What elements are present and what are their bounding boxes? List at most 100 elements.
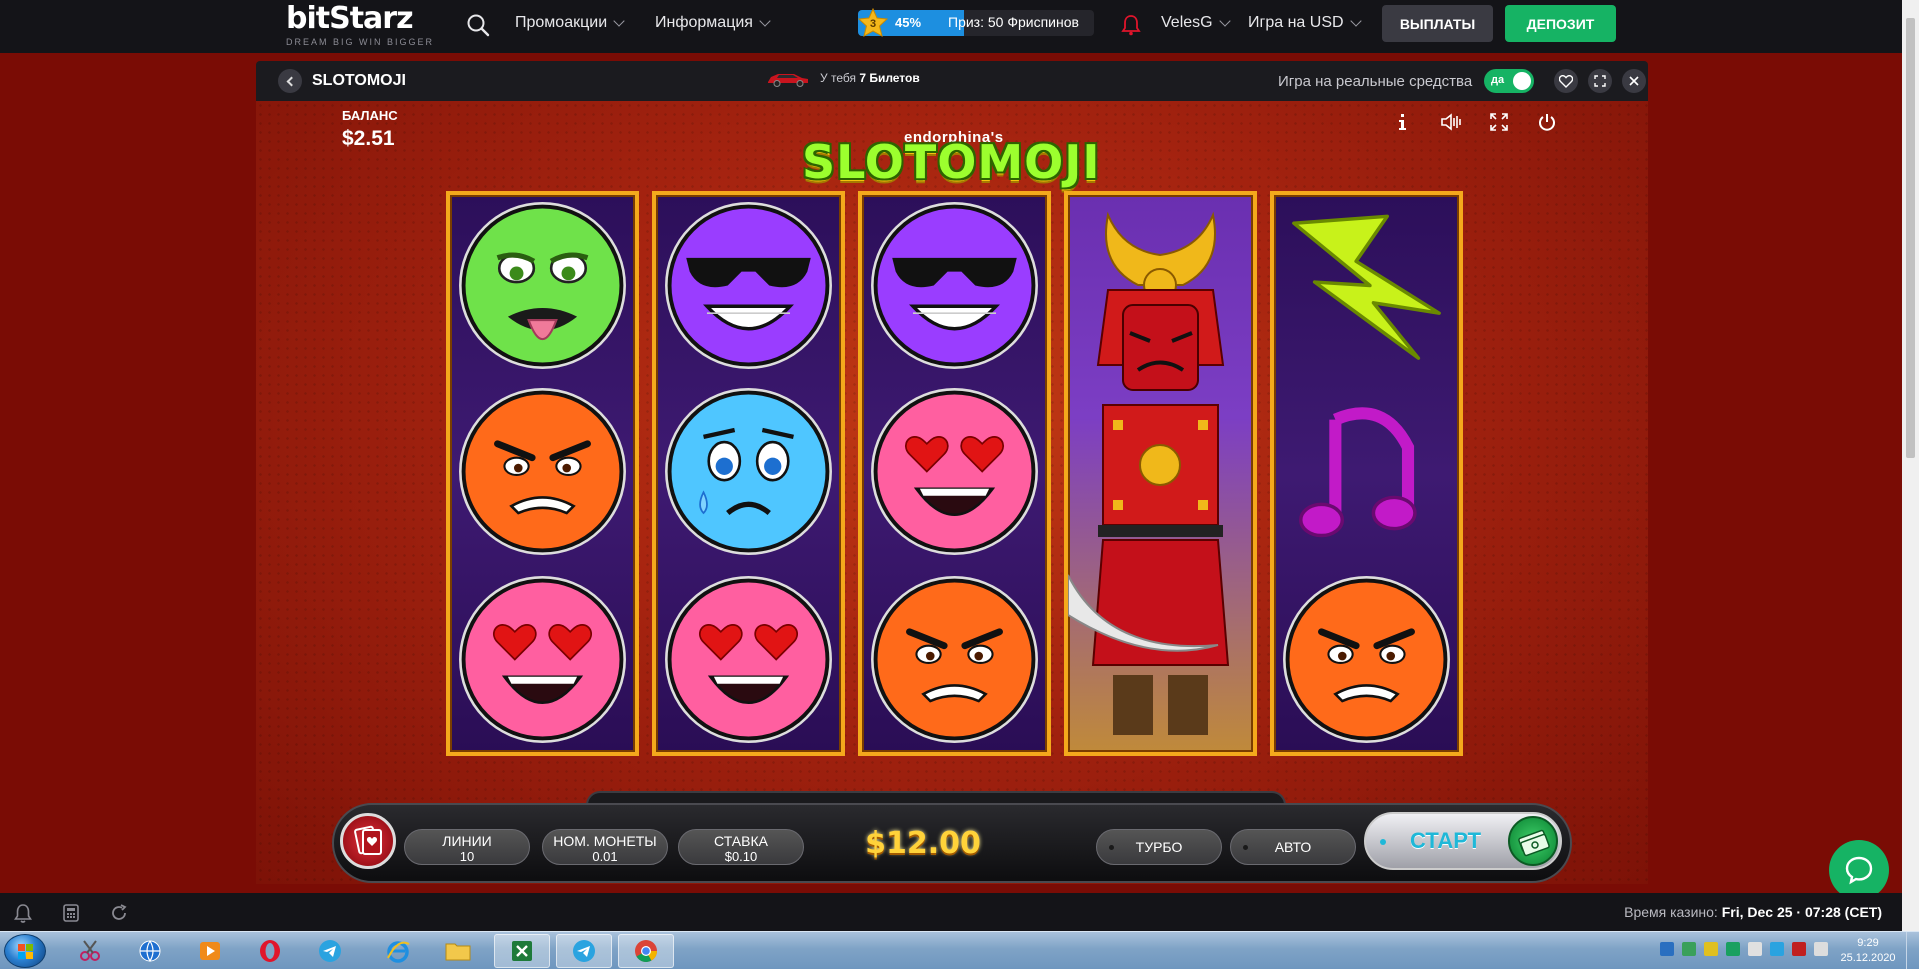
turbo-button[interactable]: ТУРБО xyxy=(1096,829,1222,865)
scrollbar-thumb[interactable] xyxy=(1906,18,1915,458)
close-game-button[interactable] xyxy=(1622,69,1646,93)
taskbar-app-excel[interactable] xyxy=(494,934,550,968)
taskbar-app-tool[interactable] xyxy=(62,934,118,968)
lines-selector[interactable]: ЛИНИИ 10 xyxy=(404,829,530,865)
top-navigation: bitStarz DREAM BIG WIN BIGGER Промоакции… xyxy=(0,0,1902,53)
angry-orange-face-icon xyxy=(871,576,1038,743)
sick-green-face-icon xyxy=(459,202,626,369)
taskbar-app-opera[interactable] xyxy=(242,934,298,968)
notification-bell-icon[interactable] xyxy=(1121,14,1141,36)
auto-indicator xyxy=(1243,845,1248,850)
information-label: Информация xyxy=(655,14,753,31)
tray-icon-alert[interactable] xyxy=(1792,942,1806,956)
logo-wordmark: bitStarz xyxy=(286,1,414,36)
chevron-down-icon xyxy=(1349,15,1362,27)
cash-icon xyxy=(1508,816,1558,866)
game-fullscreen-button[interactable] xyxy=(1486,109,1512,135)
close-icon xyxy=(1629,76,1639,86)
chevron-down-icon xyxy=(1218,15,1231,27)
system-tray xyxy=(1660,942,1828,956)
taskbar-app-explorer[interactable] xyxy=(430,934,486,968)
angry-orange-face-icon xyxy=(459,388,626,555)
chat-bubble-icon xyxy=(1845,856,1873,885)
power-icon xyxy=(1539,114,1555,131)
info-button[interactable] xyxy=(1390,109,1416,135)
toggle-knob xyxy=(1513,72,1531,90)
angry-orange-face-icon xyxy=(1283,576,1450,743)
chrome-icon xyxy=(635,940,657,962)
promotions-menu[interactable]: Промоакции xyxy=(515,14,625,32)
calculator-icon[interactable] xyxy=(60,902,82,924)
promotions-label: Промоакции xyxy=(515,14,608,31)
start-spin-button[interactable]: СТАРТ xyxy=(1364,812,1562,870)
live-chat-button[interactable] xyxy=(1829,840,1889,900)
show-desktop-button[interactable] xyxy=(1906,932,1919,969)
excel-icon xyxy=(512,941,532,961)
progress-prize: Приз: 50 Фриспинов xyxy=(948,14,1079,30)
casino-time-value: Fri, Dec 25 · 07:28 (CET) xyxy=(1721,904,1882,920)
payouts-button[interactable]: ВЫПЛАТЫ xyxy=(1382,5,1493,42)
power-button[interactable] xyxy=(1534,109,1560,135)
taskbar-app-chrome[interactable] xyxy=(618,934,674,968)
lines-label: ЛИНИИ xyxy=(442,833,492,849)
bitstarz-logo[interactable]: bitStarz DREAM BIG WIN BIGGER xyxy=(286,2,438,48)
bet-label: СТАВКА xyxy=(714,833,768,849)
page-scrollbar[interactable] xyxy=(1902,0,1919,931)
real-money-toggle[interactable]: да xyxy=(1484,69,1534,93)
expand-icon xyxy=(1490,113,1508,131)
reel-1 xyxy=(446,191,639,756)
tray-icon-network[interactable] xyxy=(1726,942,1740,956)
search-icon[interactable] xyxy=(465,12,491,38)
start-label: СТАРТ xyxy=(1410,828,1482,853)
tray-icon-keyboard[interactable] xyxy=(1814,942,1828,956)
heart-icon xyxy=(1559,74,1573,88)
tray-icon-shield[interactable] xyxy=(1682,942,1696,956)
taskbar-app-telegram-1[interactable] xyxy=(302,934,358,968)
tray-icon-antivirus[interactable] xyxy=(1704,942,1718,956)
tray-icon-volume[interactable] xyxy=(1748,942,1762,956)
gamble-button[interactable] xyxy=(340,813,396,869)
site-footer-bar: Время казино: Fri, Dec 25 · 07:28 (CET) xyxy=(0,893,1902,931)
taskbar-app-telegram-2[interactable] xyxy=(556,934,612,968)
tickets-count: 7 Билетов xyxy=(859,71,920,85)
windows-start-button[interactable] xyxy=(4,934,46,968)
game-logo: SLOTOMOJI xyxy=(802,135,1101,189)
cool-purple-face-icon xyxy=(871,202,1038,369)
user-menu[interactable]: VelesG xyxy=(1161,14,1231,32)
back-button[interactable] xyxy=(278,69,302,93)
game-area[interactable]: БАЛАНС $2.51 endorphina's SLOTOMOJI ЛИНИ… xyxy=(256,101,1648,884)
refresh-icon[interactable] xyxy=(108,902,130,924)
info-icon xyxy=(1399,114,1406,130)
media-player-icon xyxy=(200,942,220,960)
fullscreen-button[interactable] xyxy=(1588,69,1612,93)
coin-value-selector[interactable]: НОМ. МОНЕТЫ 0.01 xyxy=(542,829,668,865)
chevron-left-icon xyxy=(286,76,297,86)
taskbar-app-browser-globe[interactable] xyxy=(122,934,178,968)
information-menu[interactable]: Информация xyxy=(655,14,771,32)
bell-icon[interactable] xyxy=(12,902,34,924)
auto-button[interactable]: АВТО xyxy=(1230,829,1356,865)
bet-selector[interactable]: СТАВКА $0.10 xyxy=(678,829,804,865)
reel-3 xyxy=(858,191,1051,756)
progress-percent: 45% xyxy=(895,15,922,30)
taskbar-clock[interactable]: 9:29 25.12.2020 xyxy=(1838,936,1898,966)
taskbar-app-internet-explorer[interactable] xyxy=(370,934,426,968)
bet-value: $0.10 xyxy=(724,849,758,864)
level-star-icon: 3 xyxy=(858,8,888,37)
balance-value: $2.51 xyxy=(342,127,395,150)
tray-icon-bluetooth[interactable] xyxy=(1660,942,1674,956)
car-icon xyxy=(768,74,808,87)
taskbar-app-media-player[interactable] xyxy=(182,934,238,968)
tickets-info: У тебя 7 Билетов xyxy=(766,68,920,88)
toggle-label: да xyxy=(1491,74,1505,86)
turbo-indicator xyxy=(1109,845,1114,850)
currency-menu[interactable]: Игра на USD xyxy=(1248,14,1362,32)
clock-time: 9:29 xyxy=(1857,937,1879,949)
favorite-button[interactable] xyxy=(1554,69,1578,93)
deposit-button[interactable]: ДЕПОЗИТ xyxy=(1505,5,1616,42)
telegram-icon xyxy=(319,940,341,962)
samurai-wild-icon xyxy=(1068,211,1230,735)
tray-icon-telegram[interactable] xyxy=(1770,942,1784,956)
globe-icon xyxy=(139,940,161,963)
sound-button[interactable] xyxy=(1438,109,1464,135)
